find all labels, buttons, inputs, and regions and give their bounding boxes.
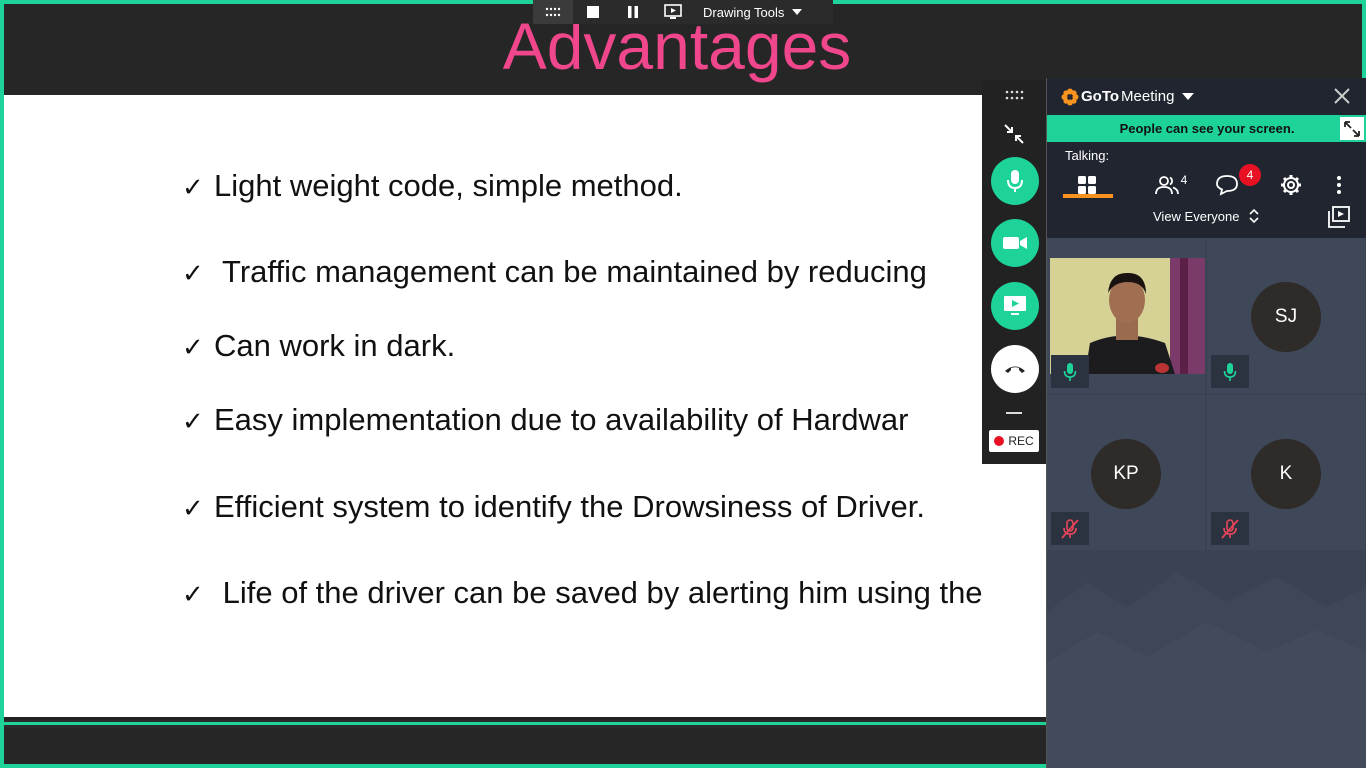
drag-handle-icon[interactable] xyxy=(533,0,573,24)
screen-share-button[interactable] xyxy=(991,282,1039,330)
participant-tile[interactable] xyxy=(1047,238,1205,393)
bullet-text: Light weight code, simple method. xyxy=(214,168,683,203)
microphone-muted-icon xyxy=(1061,518,1079,539)
participant-tile[interactable]: K xyxy=(1207,395,1365,550)
microphone-muted-icon xyxy=(1221,518,1239,539)
share-toolbar: Drawing Tools xyxy=(533,0,833,24)
bullet-item: ✓ Life of the driver can be saved by ale… xyxy=(182,575,983,611)
settings-button[interactable] xyxy=(1279,170,1303,200)
participant-tile[interactable]: SJ xyxy=(1207,238,1365,393)
bullet-text: Can work in dark. xyxy=(214,328,456,363)
view-label: View Everyone xyxy=(1153,208,1240,224)
bullet-item: ✓ Traffic management can be maintained b… xyxy=(182,254,927,290)
panel-tabs: Talking: 4 4 View Everyone xyxy=(1047,142,1366,238)
screen-share-icon xyxy=(664,4,682,19)
drawing-tools-label: Drawing Tools xyxy=(703,4,785,20)
grid-icon xyxy=(1078,176,1096,194)
bullet-item: ✓ Efficient system to identify the Drowsi… xyxy=(182,489,925,525)
brand-meeting: Meeting xyxy=(1121,88,1175,105)
minimize-icon[interactable] xyxy=(1006,412,1022,414)
avatar: KP xyxy=(1091,439,1161,509)
record-dot-icon xyxy=(994,436,1005,446)
pause-sharing-button[interactable] xyxy=(613,0,653,24)
drawing-tools-dropdown[interactable]: Drawing Tools xyxy=(703,4,803,20)
microphone-icon xyxy=(1063,362,1077,381)
meeting-control-bar: REC xyxy=(982,80,1046,464)
banner-text: People can see your screen. xyxy=(1119,121,1295,136)
check-icon: ✓ xyxy=(182,333,204,363)
expand-icon[interactable] xyxy=(1340,117,1364,140)
screen-share-icon xyxy=(1004,296,1026,315)
gear-icon xyxy=(1281,175,1301,195)
panel-background xyxy=(1047,552,1366,768)
participant-tile[interactable]: KP xyxy=(1047,395,1205,550)
gotomeeting-flower-icon xyxy=(1061,88,1079,105)
screen-visible-banner: People can see your screen. xyxy=(1047,115,1366,142)
check-icon: ✓ xyxy=(182,494,204,524)
bullet-text: Life of the driver can be saved by alert… xyxy=(214,575,983,610)
check-icon: ✓ xyxy=(182,580,204,610)
active-tab-underline xyxy=(1063,194,1113,198)
panel-header: GoTo Meeting xyxy=(1047,78,1366,115)
mic-status xyxy=(1211,355,1249,388)
mic-status xyxy=(1051,355,1089,388)
drag-handle-icon[interactable] xyxy=(982,88,1046,106)
bullet-item: ✓ Light weight code, simple method. xyxy=(182,168,683,204)
chevron-down-icon xyxy=(1182,92,1195,100)
participant-grid: SJ KP K xyxy=(1047,238,1366,552)
tab-attendees[interactable]: 4 xyxy=(1151,170,1191,200)
close-icon[interactable] xyxy=(1333,87,1351,105)
bullet-item: ✓ Can work in dark. xyxy=(182,328,455,364)
brand-goto: GoTo xyxy=(1081,88,1120,105)
recording-indicator[interactable]: REC xyxy=(989,430,1039,452)
pop-out-video-icon[interactable] xyxy=(1328,206,1350,233)
stop-sharing-button[interactable] xyxy=(573,0,613,24)
change-screen-button[interactable] xyxy=(653,0,693,24)
check-icon: ✓ xyxy=(182,407,204,437)
avatar: SJ xyxy=(1251,282,1321,352)
people-icon xyxy=(1154,176,1179,195)
attendee-count: 4 xyxy=(1180,173,1188,187)
more-options-icon[interactable] xyxy=(1329,170,1349,200)
mic-status xyxy=(1211,512,1249,545)
tab-chat[interactable] xyxy=(1215,170,1239,200)
bullet-text: Traffic management can be maintained by … xyxy=(214,254,927,289)
chat-bubble-icon xyxy=(1216,175,1238,196)
bullet-text: Efficient system to identify the Drowsin… xyxy=(214,489,925,524)
hang-up-icon xyxy=(1005,366,1025,373)
mic-status xyxy=(1051,512,1089,545)
collapse-icon[interactable] xyxy=(1002,122,1026,146)
microphone-button[interactable] xyxy=(991,157,1039,205)
leave-meeting-button[interactable] xyxy=(991,345,1039,393)
bullet-item: ✓ Easy implementation due to availability… xyxy=(182,402,908,438)
gotomeeting-logo[interactable]: GoTo Meeting xyxy=(1061,88,1195,106)
bullet-text: Easy implementation due to availability … xyxy=(214,402,909,437)
talking-label: Talking: xyxy=(1065,148,1110,163)
video-camera-icon xyxy=(1003,237,1027,249)
check-icon: ✓ xyxy=(182,259,204,289)
gotomeeting-panel: GoTo Meeting People can see your screen. … xyxy=(1046,78,1366,768)
check-icon: ✓ xyxy=(182,173,204,203)
microphone-icon xyxy=(1007,170,1023,192)
avatar: K xyxy=(1251,439,1321,509)
pause-icon xyxy=(628,6,638,18)
rec-label: REC xyxy=(1008,434,1034,448)
microphone-icon xyxy=(1223,362,1237,381)
chevron-down-icon xyxy=(792,9,803,15)
view-selector[interactable]: View Everyone xyxy=(1153,208,1260,224)
stop-icon xyxy=(587,6,599,18)
camera-button[interactable] xyxy=(991,219,1039,267)
chat-unread-badge: 4 xyxy=(1239,164,1261,186)
chevron-up-down-icon xyxy=(1249,208,1260,224)
